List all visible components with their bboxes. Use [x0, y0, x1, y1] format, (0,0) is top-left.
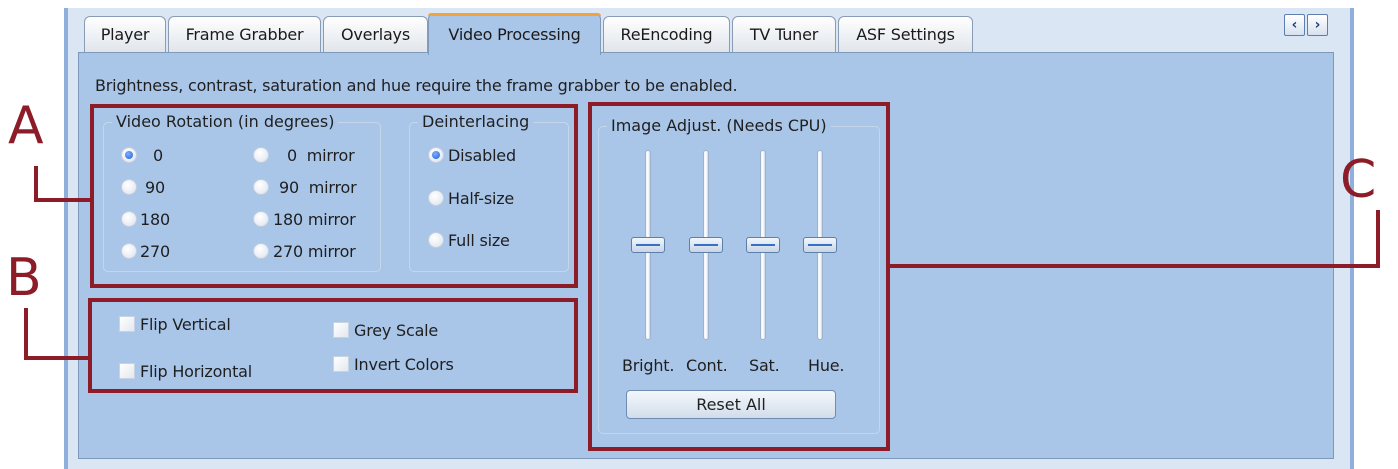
- annotation-box-c: [588, 102, 890, 451]
- annotation-label-c: C: [1340, 150, 1377, 210]
- annotation-box-b: [88, 298, 578, 393]
- annotation-line-a-vertical: [34, 166, 38, 202]
- annotation-line-b-horizontal: [24, 356, 90, 360]
- annotation-line-c-vertical: [1376, 210, 1380, 268]
- annotation-label-b: B: [6, 248, 42, 308]
- annotation-line-a-horizontal: [34, 198, 92, 202]
- annotation-line-c-horizontal: [890, 264, 1380, 268]
- annotation-box-a: [90, 104, 578, 288]
- frame-grabber-notice: Brightness, contrast, saturation and hue…: [95, 76, 738, 95]
- annotation-line-b-vertical: [24, 308, 28, 360]
- annotation-label-a: A: [8, 96, 44, 156]
